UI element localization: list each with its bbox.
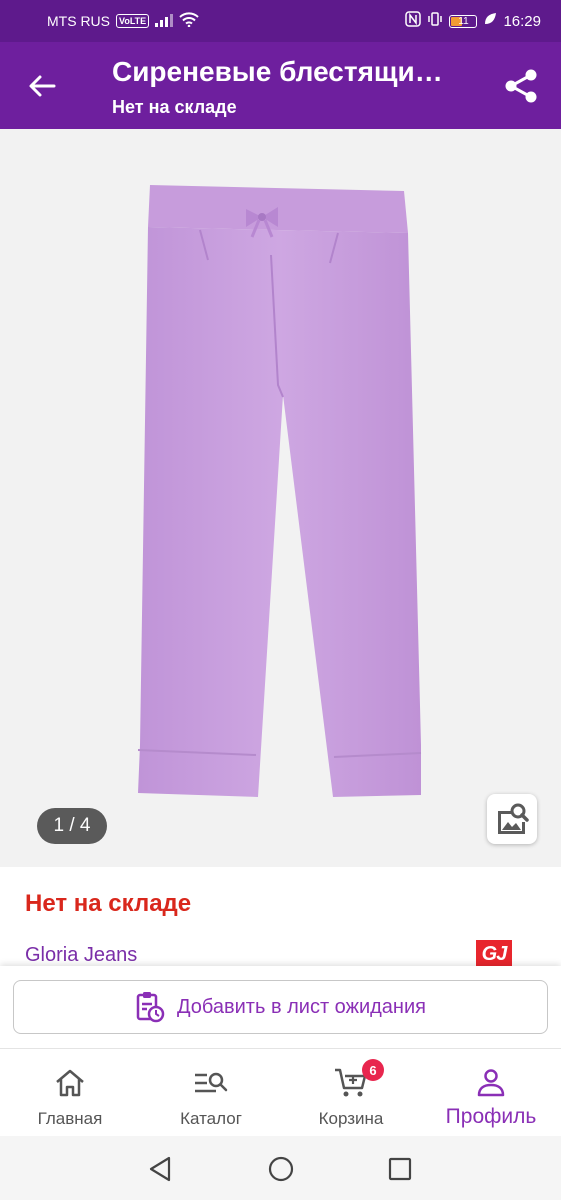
nav-catalog[interactable]: Каталог bbox=[170, 1049, 252, 1137]
circle-home-icon bbox=[268, 1156, 294, 1182]
system-back-button[interactable] bbox=[145, 1154, 175, 1184]
home-icon bbox=[56, 1069, 84, 1097]
triangle-back-icon bbox=[149, 1156, 171, 1182]
clock-time: 16:29 bbox=[503, 12, 541, 30]
wifi-icon bbox=[179, 12, 199, 30]
share-icon bbox=[505, 69, 537, 103]
product-image bbox=[138, 185, 422, 797]
image-search-icon bbox=[498, 803, 529, 834]
catalog-search-icon bbox=[195, 1072, 228, 1093]
signal-icon bbox=[155, 13, 174, 30]
brand-link[interactable]: Gloria Jeans bbox=[25, 944, 137, 967]
battery-icon: 11 bbox=[449, 14, 478, 28]
waitlist-label: Добавить в лист ожидания bbox=[177, 995, 426, 1018]
bottom-navigation: Главная Каталог 6 Корзина Профиль bbox=[0, 1048, 561, 1136]
page-title: Сиреневые блестящи… bbox=[112, 56, 443, 87]
product-gallery[interactable]: 1 / 4 bbox=[0, 129, 561, 867]
image-search-button[interactable] bbox=[487, 794, 537, 844]
nfc-icon bbox=[405, 11, 422, 31]
page-subtitle: Нет на складе bbox=[112, 97, 237, 117]
system-recents-button[interactable] bbox=[385, 1154, 415, 1184]
image-counter: 1 / 4 bbox=[37, 808, 107, 844]
cart-badge: 6 bbox=[362, 1059, 384, 1081]
nav-cart-label: Корзина bbox=[318, 1109, 384, 1128]
volte-badge: VoLTE bbox=[116, 14, 150, 28]
stock-status: Нет на складе bbox=[25, 890, 192, 917]
system-navigation-bar bbox=[0, 1136, 561, 1200]
square-recents-icon bbox=[388, 1157, 412, 1181]
profile-icon bbox=[477, 1069, 505, 1097]
vibrate-icon bbox=[427, 11, 443, 31]
status-bar: MTS RUS VoLTE 11 16:29 bbox=[0, 0, 561, 42]
system-home-button[interactable] bbox=[266, 1154, 296, 1184]
clipboard-clock-icon bbox=[136, 992, 165, 1023]
nav-home-label: Главная bbox=[37, 1109, 103, 1128]
nav-catalog-label: Каталог bbox=[180, 1109, 242, 1128]
leaf-icon bbox=[483, 12, 497, 30]
add-to-waitlist-button[interactable]: Добавить в лист ожидания bbox=[13, 980, 548, 1034]
nav-home[interactable]: Главная bbox=[30, 1049, 110, 1137]
nav-cart[interactable]: 6 Корзина bbox=[308, 1049, 394, 1137]
nav-profile-label: Профиль bbox=[445, 1105, 537, 1128]
back-button[interactable] bbox=[20, 64, 64, 108]
share-button[interactable] bbox=[499, 64, 543, 108]
app-toolbar: Сиреневые блестящи… Нет на складе bbox=[0, 42, 561, 129]
nav-profile[interactable]: Профиль bbox=[438, 1049, 544, 1137]
arrow-left-icon bbox=[29, 75, 56, 97]
carrier-name: MTS RUS bbox=[47, 13, 110, 29]
wishlist-panel: Добавить в лист ожидания bbox=[0, 966, 561, 1048]
brand-logo[interactable]: GJ bbox=[476, 940, 512, 968]
